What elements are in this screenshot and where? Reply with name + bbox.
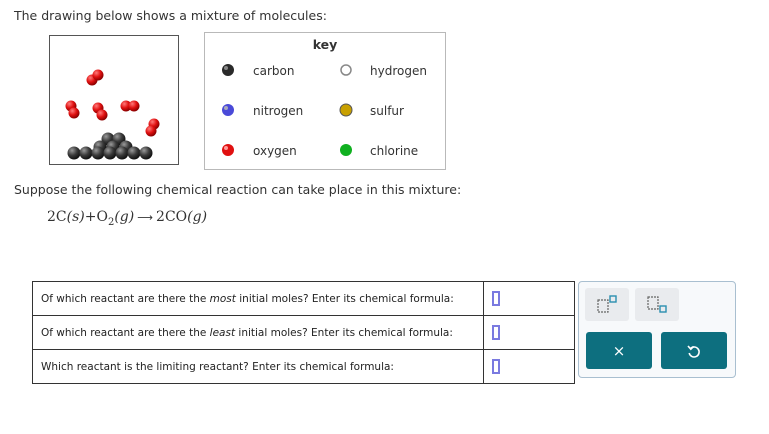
key-box: key carbon hydrogen nitrogen sulfur oxyg…: [204, 32, 446, 170]
question-text: Of which reactant are there the least in…: [32, 315, 484, 350]
reaction-arrow-icon: ⟶: [137, 211, 154, 224]
answer-input[interactable]: [492, 291, 500, 306]
undo-icon: [687, 344, 700, 358]
intro-text: The drawing below shows a mixture of mol…: [14, 8, 327, 23]
eq-coef-co: 2: [156, 209, 165, 225]
superscript-box-icon: [597, 295, 617, 313]
oxygen-molecule: [65, 100, 80, 119]
question-row: Of which reactant are there the least in…: [32, 315, 575, 350]
key-label-sulfur: sulfur: [370, 104, 404, 118]
eq-state-carbon: (s): [66, 209, 85, 225]
eq-oxygen: O: [96, 209, 108, 225]
reaction-prompt: Suppose the following chemical reaction …: [14, 182, 462, 197]
question-text: Of which reactant are there the most ini…: [32, 281, 484, 316]
carbon-solid: [67, 132, 153, 160]
eq-carbon: C: [55, 209, 67, 225]
subscript-box-icon: [647, 296, 667, 313]
oxygen-molecule: [86, 69, 104, 86]
oxygen-atom-icon: [222, 144, 234, 156]
question-text: Which reactant is the limiting reactant?…: [32, 349, 484, 384]
key-label-hydrogen: hydrogen: [370, 64, 427, 78]
hydrogen-atom-icon: [340, 64, 352, 76]
formula-toolbar: ×: [578, 281, 736, 378]
nitrogen-atom-icon: [222, 104, 234, 116]
eq-coef-carbon: 2: [47, 209, 56, 225]
key-label-nitrogen: nitrogen: [253, 104, 304, 118]
sulfur-atom-icon: [339, 103, 353, 117]
key-label-chlorine: chlorine: [370, 144, 419, 158]
carbon-atom-icon: [222, 64, 234, 76]
answer-input[interactable]: [492, 359, 500, 374]
answer-cell[interactable]: [483, 315, 575, 350]
answer-cell[interactable]: [483, 349, 575, 384]
questions-table: Of which reactant are there the most ini…: [32, 281, 575, 384]
oxygen-molecule: [92, 102, 108, 121]
question-row: Which reactant is the limiting reactant?…: [32, 349, 575, 384]
key-label-oxygen: oxygen: [253, 144, 297, 158]
key-title: key: [312, 37, 338, 52]
oxygen-molecule: [120, 100, 140, 112]
chemical-equation: 2C(s)+O2(g) ⟶ 2CO(g): [47, 209, 207, 228]
answer-cell[interactable]: [483, 281, 575, 316]
eq-plus: +: [84, 209, 97, 225]
clear-button[interactable]: ×: [586, 332, 652, 369]
molecule-drawing: [49, 35, 179, 165]
eq-state-co: (g): [187, 209, 208, 225]
key-label-carbon: carbon: [253, 64, 295, 78]
question-row: Of which reactant are there the most ini…: [32, 281, 575, 316]
eq-co: CO: [164, 209, 188, 225]
superscript-button[interactable]: [585, 288, 629, 321]
undo-button[interactable]: [661, 332, 727, 369]
chlorine-atom-icon: [340, 144, 352, 156]
eq-state-oxygen: (g): [114, 209, 135, 225]
answer-input[interactable]: [492, 325, 500, 340]
subscript-button[interactable]: [635, 288, 679, 321]
oxygen-molecule: [145, 118, 160, 137]
